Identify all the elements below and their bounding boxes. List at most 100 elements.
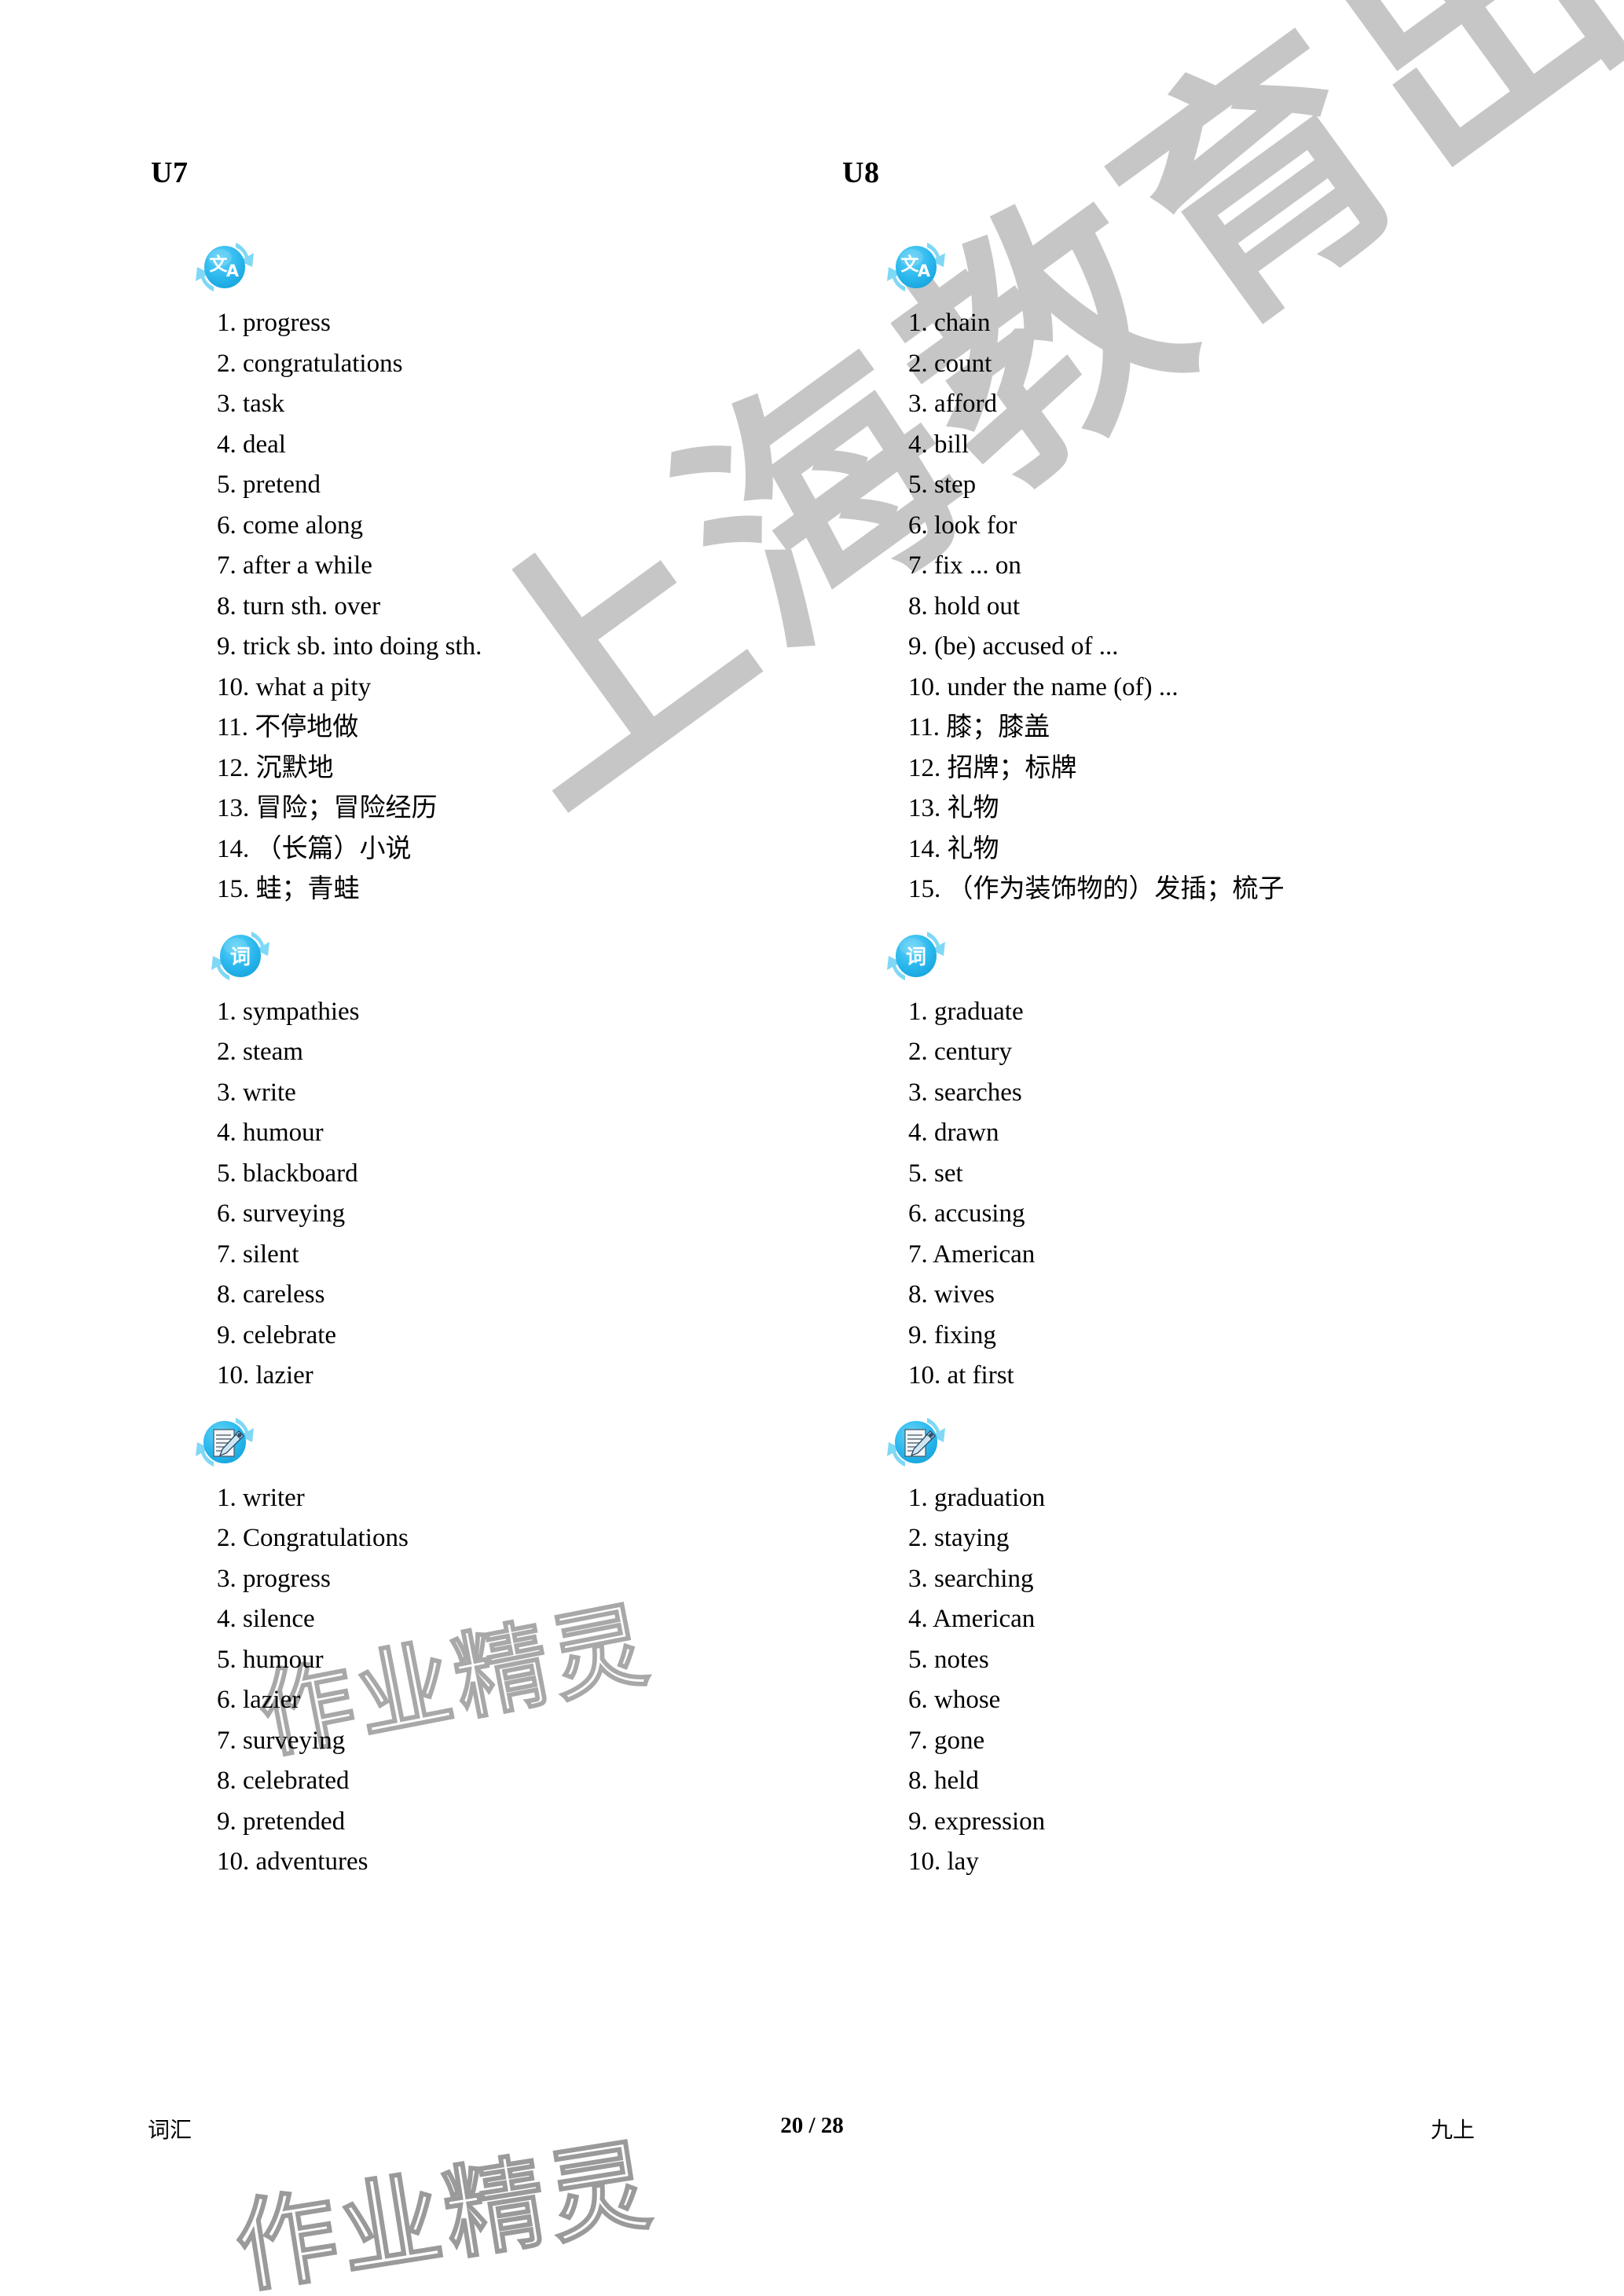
answer-item: 8. celebrated (217, 1767, 350, 1795)
answer-item: 7. gone (908, 1726, 985, 1755)
notepad-pen-icon (187, 1411, 262, 1474)
answer-item: 11. 不停地做 (217, 713, 359, 742)
answer-item: 10. lazier (217, 1361, 313, 1390)
unit-title-left: U7 (151, 156, 189, 189)
answer-item: 6. look for (908, 511, 1017, 540)
answer-item: 9. pretended (217, 1807, 346, 1836)
word-icon: 词 (203, 925, 278, 987)
unit-title-right: U8 (842, 156, 880, 189)
answer-item: 9. celebrate (217, 1320, 337, 1349)
answer-item: 9. (be) accused of ... (908, 632, 1119, 661)
section-icon-row: 文 A (841, 236, 1532, 303)
section-icon-row: 词 (149, 925, 825, 992)
answer-item: 8. hold out (908, 591, 1021, 621)
answer-section-word-left: 词 1. sympathies 2. steam 3. write 4. humour… (149, 925, 825, 1397)
answer-column-left: 文 A 1. progress 2. congratulations 3. task… (149, 236, 825, 1883)
answer-item: 15. 蛙；青蛙 (217, 875, 360, 903)
page-footer: 词汇 20 / 28 九上 (0, 2113, 1624, 2160)
answer-list: 1. graduation 2. staying 3. searching 4. Am… (841, 1478, 1532, 1883)
answer-item: 9. expression (908, 1807, 1046, 1836)
answer-item: 2. count (908, 349, 992, 378)
answer-item: 15. （作为装饰物的）发插；梳子 (908, 875, 1285, 903)
answer-item: 3. searching (908, 1564, 1034, 1593)
answer-section-translate-left: 文 A 1. progress 2. congratulations 3. task… (149, 236, 825, 910)
answer-item: 6. surveying (217, 1199, 346, 1228)
answer-item: 5. humour (217, 1645, 324, 1674)
svg-text:词: 词 (906, 946, 926, 969)
answer-item: 2. congratulations (217, 349, 403, 378)
answer-item: 2. century (908, 1038, 1012, 1066)
answer-item: 8. held (908, 1767, 979, 1795)
answer-item: 10. adventures (217, 1847, 368, 1876)
answer-item: 8. wives (908, 1280, 995, 1309)
answer-item: 3. progress (217, 1564, 331, 1593)
answer-item: 1. sympathies (217, 997, 360, 1026)
translate-icon: 文 A (187, 236, 262, 298)
answer-item: 4. deal (217, 430, 286, 459)
answer-item: 3. task (217, 390, 285, 418)
answer-item: 10. lay (908, 1847, 979, 1876)
answer-item: 7. surveying (217, 1726, 346, 1755)
answer-item: 13. 冒险；冒险经历 (217, 794, 438, 822)
section-icon-row: 词 (841, 925, 1532, 992)
footer-grade-label: 九上 (1430, 2118, 1475, 2143)
word-icon: 词 (878, 925, 954, 987)
answer-item: 8. careless (217, 1280, 325, 1309)
answer-item: 5. pretend (217, 471, 321, 499)
answer-list: 1. graduate 2. century 3. searches 4. drawn… (841, 992, 1532, 1397)
answer-item: 7. silent (217, 1240, 299, 1269)
answer-section-translate-right: 文 A 1. chain 2. count 3. afford 4. bill 5. s… (841, 236, 1532, 910)
answer-item: 1. writer (217, 1483, 305, 1512)
answer-item: 10. what a pity (217, 672, 372, 701)
answer-item: 1. graduate (908, 997, 1024, 1026)
answer-item: 1. graduation (908, 1483, 1046, 1512)
section-icon-row: 文 A (149, 236, 825, 303)
answer-section-word-right: 词 1. graduate 2. century 3. searches 4. dra… (841, 925, 1532, 1397)
answer-item: 12. 沉默地 (217, 753, 334, 782)
answer-item: 2. staying (908, 1524, 1010, 1552)
answer-item: 6. whose (908, 1686, 1001, 1714)
answer-item: 6. lazier (217, 1686, 301, 1714)
answer-item: 5. blackboard (217, 1159, 358, 1188)
document-page: 上海教育出版社 作业精灵 作业精灵 U7 U8 文 A 1. progress … (0, 0, 1624, 2296)
translate-icon: 文 A (878, 236, 954, 298)
answer-item: 10. at first (908, 1361, 1014, 1390)
section-icon-row (841, 1411, 1532, 1478)
answer-item: 6. come along (217, 511, 364, 540)
answer-item: 12. 招牌；标牌 (908, 753, 1077, 782)
answer-item: 1. progress (217, 309, 331, 337)
answer-item: 11. 膝；膝盖 (908, 713, 1050, 742)
answer-item: 4. American (908, 1605, 1036, 1633)
answer-item: 9. fixing (908, 1320, 996, 1349)
answer-item: 4. bill (908, 430, 970, 459)
answer-item: 3. searches (908, 1078, 1022, 1107)
answer-section-writing-right: 1. graduation 2. staying 3. searching 4. Am… (841, 1411, 1532, 1883)
svg-text:词: 词 (230, 946, 251, 969)
answer-section-writing-left: 1. writer 2. Congratulations 3. progress 4.… (149, 1411, 825, 1883)
notepad-pen-icon (878, 1411, 954, 1474)
answer-item: 3. write (217, 1078, 296, 1107)
answer-list: 1. sympathies 2. steam 3. write 4. humour 5.… (149, 992, 825, 1397)
answer-item: 13. 礼物 (908, 794, 999, 822)
answer-item: 8. turn sth. over (217, 591, 381, 621)
answer-item: 9. trick sb. into doing sth. (217, 632, 482, 661)
answer-item: 6. accusing (908, 1199, 1025, 1228)
answer-item: 3. afford (908, 390, 998, 418)
footer-page-number: 20 / 28 (780, 2113, 844, 2138)
answer-item: 2. steam (217, 1038, 303, 1066)
answer-item: 1. chain (908, 309, 991, 337)
answer-item: 5. notes (908, 1645, 989, 1674)
answer-list: 1. chain 2. count 3. afford 4. bill 5. step 6… (841, 303, 1532, 910)
answer-item: 7. after a while (217, 551, 372, 580)
answer-item: 4. silence (217, 1605, 315, 1633)
answer-item: 4. humour (217, 1119, 324, 1147)
section-icon-row (149, 1411, 825, 1478)
answer-column-right: 文 A 1. chain 2. count 3. afford 4. bill 5. s… (841, 236, 1532, 1883)
answer-item: 4. drawn (908, 1119, 999, 1147)
answer-item: 5. step (908, 471, 977, 499)
answer-item: 5. set (908, 1159, 963, 1188)
svg-text:A: A (918, 262, 931, 280)
answer-item: 7. fix ... on (908, 551, 1021, 580)
answer-item: 2. Congratulations (217, 1524, 409, 1552)
answer-list: 1. writer 2. Congratulations 3. progress 4.… (149, 1478, 825, 1883)
